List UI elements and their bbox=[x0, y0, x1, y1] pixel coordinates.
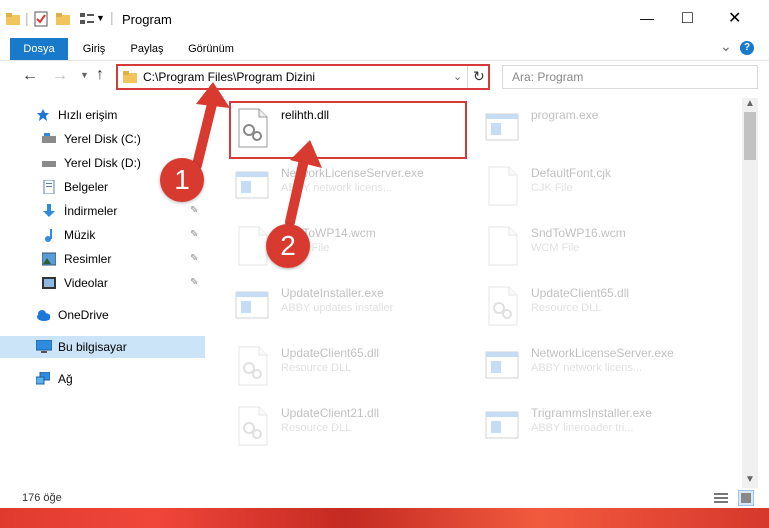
arrow-one-head bbox=[196, 82, 230, 108]
arrow-one-shaft bbox=[192, 95, 218, 170]
arrow-two-head bbox=[290, 140, 322, 168]
step-marker-two: 2 bbox=[266, 224, 310, 268]
arrow-two-shaft bbox=[285, 155, 309, 227]
step-marker-one: 1 bbox=[160, 158, 204, 202]
annotation-arrows bbox=[192, 82, 322, 227]
